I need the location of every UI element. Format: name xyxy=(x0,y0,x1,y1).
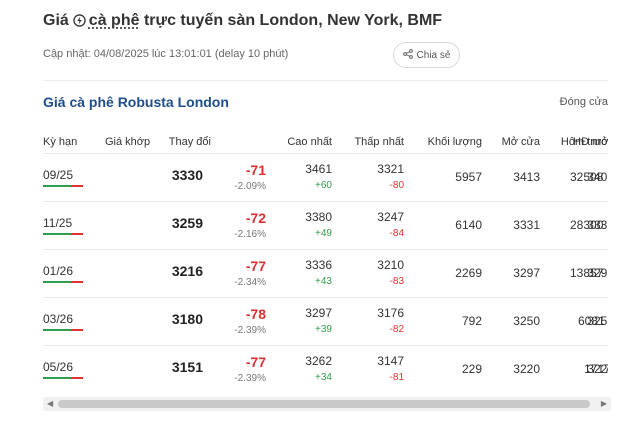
row-low: 3321 xyxy=(377,162,404,176)
page-title: Giá cà phê trực tuyến sàn London, New Yor… xyxy=(43,12,442,32)
row-volume: 229 xyxy=(461,362,482,376)
share-label: Chia sẻ xyxy=(416,49,451,61)
row-open-interest: 28300 xyxy=(570,218,604,232)
row-open-interest: 13857 xyxy=(570,266,604,280)
price-table: Kỳ hạn Giá khớp Thay đổi Cao nhất Thấp n… xyxy=(43,128,608,390)
col-open-interest: HĐ mở xyxy=(573,136,608,148)
row-change: -77 xyxy=(245,354,266,370)
row-low-diff: -82 xyxy=(389,324,404,335)
title-suffix: trực tuyến sàn London, New York, BMF xyxy=(143,12,443,29)
row-price: 3151 xyxy=(171,359,203,375)
update-timestamp: Cập nhật: 04/08/2025 lúc 13:01:01 (delay… xyxy=(43,48,289,60)
title-keyword-link[interactable]: cà phê xyxy=(89,12,140,29)
table-row[interactable]: 09/25 3330 -71 -2.09% 3461 +60 3321 -80 … xyxy=(43,154,608,201)
share-icon xyxy=(402,48,413,62)
row-open: 3250 xyxy=(513,314,540,328)
row-open: 3297 xyxy=(513,266,540,280)
row-open: 3331 xyxy=(513,218,540,232)
row-low-diff: -80 xyxy=(389,180,404,191)
table-row[interactable]: 05/26 3151 -77 -2.39% 3262 +34 3147 -81 … xyxy=(43,346,608,390)
row-high: 3262 xyxy=(305,354,332,368)
col-term: Kỳ hạn xyxy=(43,136,78,148)
row-open-interest: 6081 xyxy=(578,314,605,328)
row-volume: 2269 xyxy=(455,266,482,280)
row-high: 3336 xyxy=(305,258,332,272)
row-term: 05/26 xyxy=(43,360,74,374)
col-open: Mở cửa xyxy=(501,136,540,148)
col-change: Thay đổi xyxy=(168,136,211,148)
term-range-bar xyxy=(43,329,83,331)
term-range-bar xyxy=(43,377,83,379)
arrow-right-icon[interactable]: ▶ xyxy=(601,400,607,408)
table-row[interactable]: 01/26 3216 -77 -2.34% 3336 +43 3210 -83 … xyxy=(43,250,608,297)
row-high-diff: +34 xyxy=(315,372,332,383)
row-change-pct: -2.34% xyxy=(234,277,266,288)
row-change-pct: -2.39% xyxy=(234,373,266,384)
row-price: 3330 xyxy=(171,167,203,183)
row-change-pct: -2.39% xyxy=(234,325,266,336)
col-volume: Khối lượng xyxy=(427,136,482,148)
row-change: -78 xyxy=(245,306,266,322)
row-high: 3380 xyxy=(305,210,332,224)
row-price: 3259 xyxy=(171,215,203,231)
col-price: Giá khớp xyxy=(105,136,151,148)
section-title: Giá cà phê Robusta London xyxy=(43,94,229,110)
row-price: 3216 xyxy=(171,263,203,279)
col-high: Cao nhất xyxy=(287,136,332,148)
row-high: 3297 xyxy=(305,306,332,320)
section-divider xyxy=(43,80,608,81)
row-high-diff: +39 xyxy=(315,324,332,335)
row-low-diff: -84 xyxy=(389,228,404,239)
col-low: Thấp nhất xyxy=(354,136,404,148)
row-low-diff: -83 xyxy=(389,276,404,287)
title-prefix: Giá xyxy=(43,12,69,29)
row-change: -77 xyxy=(245,258,266,274)
row-volume: 6140 xyxy=(455,218,482,232)
share-button[interactable]: Chia sẻ xyxy=(393,42,460,68)
row-low: 3147 xyxy=(377,354,404,368)
row-change-pct: -2.09% xyxy=(234,181,266,192)
arrow-left-icon[interactable]: ◀ xyxy=(47,400,53,408)
row-term: 01/26 xyxy=(43,264,74,278)
row-change: -72 xyxy=(245,210,266,226)
row-volume: 5957 xyxy=(455,170,482,184)
row-high-diff: +60 xyxy=(315,180,332,191)
row-price: 3180 xyxy=(171,311,203,327)
row-low: 3210 xyxy=(377,258,404,272)
close-price-toggle[interactable]: Đóng cửa xyxy=(560,96,608,108)
row-volume: 792 xyxy=(461,314,482,328)
row-term: 09/25 xyxy=(43,168,74,182)
row-low: 3247 xyxy=(377,210,404,224)
row-term: 11/25 xyxy=(43,216,73,230)
row-high-diff: +43 xyxy=(315,276,332,287)
row-term: 03/26 xyxy=(43,312,74,326)
table-row[interactable]: 11/25 3259 -72 -2.16% 3380 +49 3247 -84 … xyxy=(43,202,608,249)
row-change-pct: -2.16% xyxy=(234,229,266,240)
table-row[interactable]: 03/26 3180 -78 -2.39% 3297 +39 3176 -82 … xyxy=(43,298,608,345)
horizontal-scrollbar[interactable]: ◀ ▶ xyxy=(43,397,611,411)
row-high: 3461 xyxy=(305,162,332,176)
row-open: 3220 xyxy=(513,362,540,376)
row-low: 3176 xyxy=(377,306,404,320)
bolt-circle-icon xyxy=(73,14,86,32)
row-open-interest: 1717 xyxy=(584,362,608,376)
term-range-bar xyxy=(43,233,83,235)
scrollbar-thumb[interactable] xyxy=(58,400,590,408)
term-range-bar xyxy=(43,281,83,283)
row-high-diff: +49 xyxy=(315,228,332,239)
row-low-diff: -81 xyxy=(389,372,404,383)
term-range-bar xyxy=(43,185,83,187)
row-open: 3413 xyxy=(513,170,540,184)
row-change: -71 xyxy=(245,162,266,178)
row-open-interest: 32508 xyxy=(570,170,604,184)
